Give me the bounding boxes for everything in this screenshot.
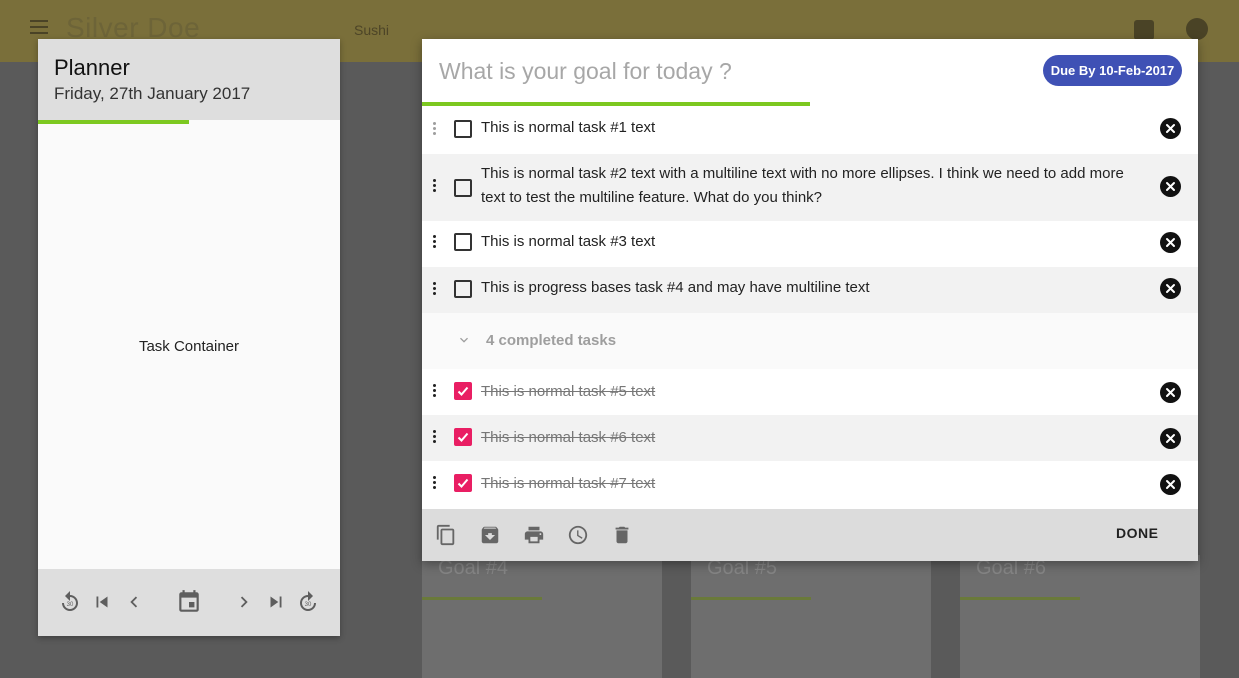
remove-task-icon[interactable] <box>1160 176 1181 197</box>
task-text[interactable]: This is normal task #3 text <box>481 230 1161 254</box>
planner-panel: Planner Friday, 27th January 2017 Task C… <box>38 39 340 636</box>
skip-previous-icon[interactable] <box>89 589 115 615</box>
chevron-down-icon[interactable] <box>456 332 472 353</box>
goal-dialog: Due By 10-Feb-2017 This is normal task #… <box>422 39 1198 561</box>
remove-task-icon[interactable] <box>1160 278 1181 299</box>
svg-text:30: 30 <box>305 602 312 608</box>
task-container: Task Container <box>138 338 240 355</box>
task-text[interactable]: This is normal task #7 text <box>481 472 1161 496</box>
drag-handle-icon[interactable] <box>433 476 436 491</box>
delete-icon[interactable] <box>610 523 634 547</box>
completed-task-row[interactable]: This is normal task #6 text <box>422 415 1198 461</box>
completed-tasks-label[interactable]: 4 completed tasks <box>486 332 616 349</box>
task-text[interactable]: This is progress bases task #4 and may h… <box>481 276 1161 300</box>
task-checkbox[interactable] <box>454 280 472 298</box>
task-row[interactable]: This is normal task #3 text <box>422 221 1198 267</box>
remove-task-icon[interactable] <box>1160 382 1181 403</box>
chevron-right-icon[interactable] <box>231 589 257 615</box>
drag-handle-icon[interactable] <box>433 179 436 194</box>
planner-title: Planner <box>54 55 130 80</box>
planner-toolbar: 30 30 <box>38 569 340 636</box>
skip-next-icon[interactable] <box>263 589 289 615</box>
drag-handle-icon[interactable] <box>433 282 436 297</box>
goal-progress-bar <box>422 102 810 106</box>
remove-task-icon[interactable] <box>1160 474 1181 495</box>
copy-icon[interactable] <box>434 523 458 547</box>
goal-toolbar: DONE <box>422 509 1198 561</box>
completed-task-row[interactable]: This is normal task #7 text <box>422 461 1198 509</box>
user-name: Sushi <box>354 22 390 38</box>
task-row[interactable]: This is normal task #2 text with a multi… <box>422 154 1198 221</box>
completed-task-row[interactable]: This is normal task #5 text <box>422 369 1198 415</box>
calendar-icon[interactable] <box>176 589 202 615</box>
done-button[interactable]: DONE <box>1116 525 1158 541</box>
task-text[interactable]: This is normal task #2 text with a multi… <box>481 162 1151 210</box>
drag-handle-icon[interactable] <box>433 430 436 445</box>
task-text[interactable]: This is normal task #6 text <box>481 426 1161 450</box>
due-date-badge[interactable]: Due By 10-Feb-2017 <box>1043 55 1182 86</box>
planner-header: Planner Friday, 27th January 2017 <box>38 39 340 124</box>
task-checkbox[interactable] <box>454 179 472 197</box>
clock-icon[interactable] <box>566 523 590 547</box>
task-checkbox-checked[interactable] <box>454 474 472 492</box>
print-icon[interactable] <box>522 523 546 547</box>
task-text[interactable]: This is normal task #5 text <box>481 380 1161 404</box>
background-goal-card: Goal #4 <box>422 555 662 678</box>
background-goal-card: Goal #6 <box>960 555 1200 678</box>
task-checkbox[interactable] <box>454 120 472 138</box>
task-text[interactable]: This is normal task #1 text <box>481 116 1161 140</box>
menu-icon[interactable] <box>30 20 48 34</box>
drag-handle-icon[interactable] <box>433 384 436 399</box>
completed-tasks-toggle[interactable]: 4 completed tasks <box>422 313 1198 367</box>
remove-task-icon[interactable] <box>1160 428 1181 449</box>
goal-input[interactable] <box>439 58 999 85</box>
archive-icon[interactable] <box>478 523 502 547</box>
drag-handle-icon[interactable] <box>433 235 436 250</box>
task-checkbox-checked[interactable] <box>454 382 472 400</box>
task-row[interactable]: This is progress bases task #4 and may h… <box>422 267 1198 313</box>
drag-handle-icon[interactable] <box>433 122 436 137</box>
task-row[interactable]: This is normal task #1 text <box>422 108 1198 154</box>
planner-date: Friday, 27th January 2017 <box>54 84 251 103</box>
goal-header: Due By 10-Feb-2017 <box>422 39 1198 108</box>
background-goal-card: Goal #5 <box>691 555 931 678</box>
chevron-left-icon[interactable] <box>121 589 147 615</box>
svg-text:30: 30 <box>67 602 74 608</box>
replay-30-icon[interactable]: 30 <box>57 589 83 615</box>
task-checkbox-checked[interactable] <box>454 428 472 446</box>
forward-30-icon[interactable]: 30 <box>295 589 321 615</box>
remove-task-icon[interactable] <box>1160 232 1181 253</box>
remove-task-icon[interactable] <box>1160 118 1181 139</box>
task-checkbox[interactable] <box>454 233 472 251</box>
account-icon[interactable] <box>1186 18 1208 40</box>
shopping-bag-icon[interactable] <box>1134 20 1154 40</box>
